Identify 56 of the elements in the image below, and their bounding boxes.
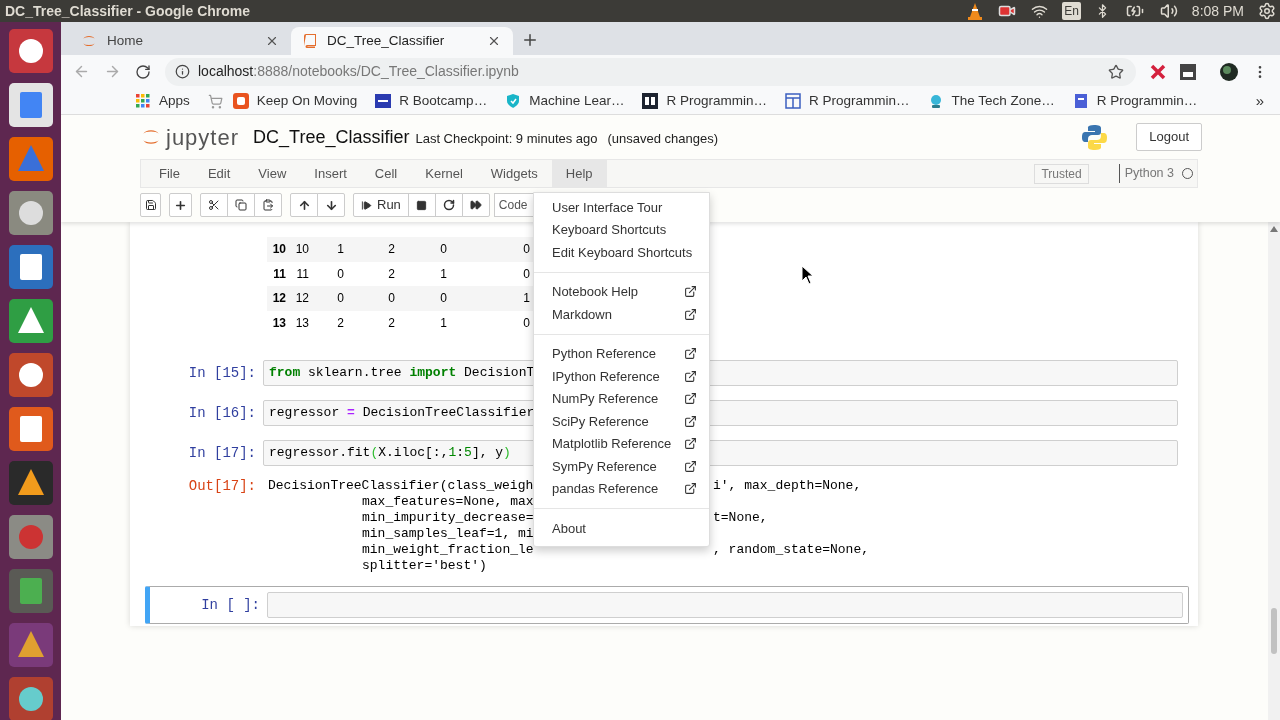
output-text: i', max_depth=None, — [713, 478, 863, 494]
table-cell: 1 — [401, 310, 453, 335]
output-text: t=None, — [713, 510, 769, 526]
table-cell: 12 — [292, 286, 315, 311]
bookmark-label: Keep On Moving — [256, 91, 358, 110]
table-cell: 1 — [315, 237, 350, 262]
table-cell: 2 — [350, 261, 401, 286]
output-text: min_impurity_decrease= — [362, 510, 534, 525]
bookmark-label: R Bootcamp… — [399, 91, 488, 110]
output-text: min_samples_leaf=1, mi — [362, 526, 534, 541]
table-cell: 0 — [453, 261, 536, 286]
bookmark-label: Apps — [159, 91, 190, 110]
tab-title: DC_Tree_Classifier — [327, 31, 446, 50]
input-prompt: In [15]: — [187, 364, 257, 383]
row-index: 10 — [267, 237, 292, 262]
row-index: 12 — [267, 286, 292, 311]
table-cell: 0 — [350, 286, 401, 311]
output-text: splitter='best') — [362, 558, 487, 573]
code-text: from sklearn.tree import DecisionT — [269, 364, 535, 383]
output-text: DecisionTreeClassifier(class_weigh — [268, 478, 534, 493]
output-text: min_weight_fraction_le — [362, 542, 534, 557]
bookmark-label: R Programmin… — [666, 91, 767, 110]
output-text: max_features=None, max — [362, 494, 534, 509]
url-text: localhost:8888/notebooks/DC_Tree_Classifier.ipynb — [198, 62, 520, 81]
table-cell: 1 — [401, 261, 453, 286]
input-prompt: In [ ]: — [200, 596, 261, 615]
table-cell: 0 — [315, 261, 350, 286]
table-cell: 2 — [350, 237, 401, 262]
table-cell: 0 — [401, 286, 453, 311]
output-text: , random_state=None, — [713, 542, 870, 558]
code-text: regressor.fit(X.iloc[:,1:5], y) — [269, 444, 511, 463]
table-cell: 0 — [453, 310, 536, 335]
tab-title: Home — [107, 31, 144, 50]
table-cell: 13 — [292, 310, 315, 335]
code-text: regressor = DecisionTreeClassifier — [269, 404, 535, 423]
table-cell: 0 — [315, 286, 350, 311]
input-prompt: In [16]: — [187, 404, 257, 423]
output-prompt: Out[17]: — [187, 477, 257, 496]
table-cell: 11 — [292, 261, 315, 286]
autosave-status: (unsaved changes) — [607, 129, 719, 148]
table-cell: 1 — [453, 286, 536, 311]
row-index: 13 — [267, 310, 292, 335]
table-cell: 2 — [315, 310, 350, 335]
input-prompt: In [17]: — [187, 444, 257, 463]
bookmark-label: The Tech Zone… — [951, 91, 1055, 110]
table-cell: 0 — [401, 237, 453, 262]
bookmark-label: R Programmin… — [809, 91, 910, 110]
kernel-name: Python 3 — [1118, 164, 1174, 183]
row-index: 11 — [267, 261, 292, 286]
table-cell: 10 — [292, 237, 315, 262]
bookmark-label: Machine Lear… — [529, 91, 625, 110]
checkpoint-status: Last Checkpoint: 9 minutes ago — [415, 129, 598, 148]
bookmark-label: R Programmin… — [1096, 91, 1198, 110]
table-cell: 2 — [350, 310, 401, 335]
table-cell: 0 — [453, 237, 536, 262]
window-title: DC_Tree_Classifier - Google Chrome — [5, 1, 251, 21]
